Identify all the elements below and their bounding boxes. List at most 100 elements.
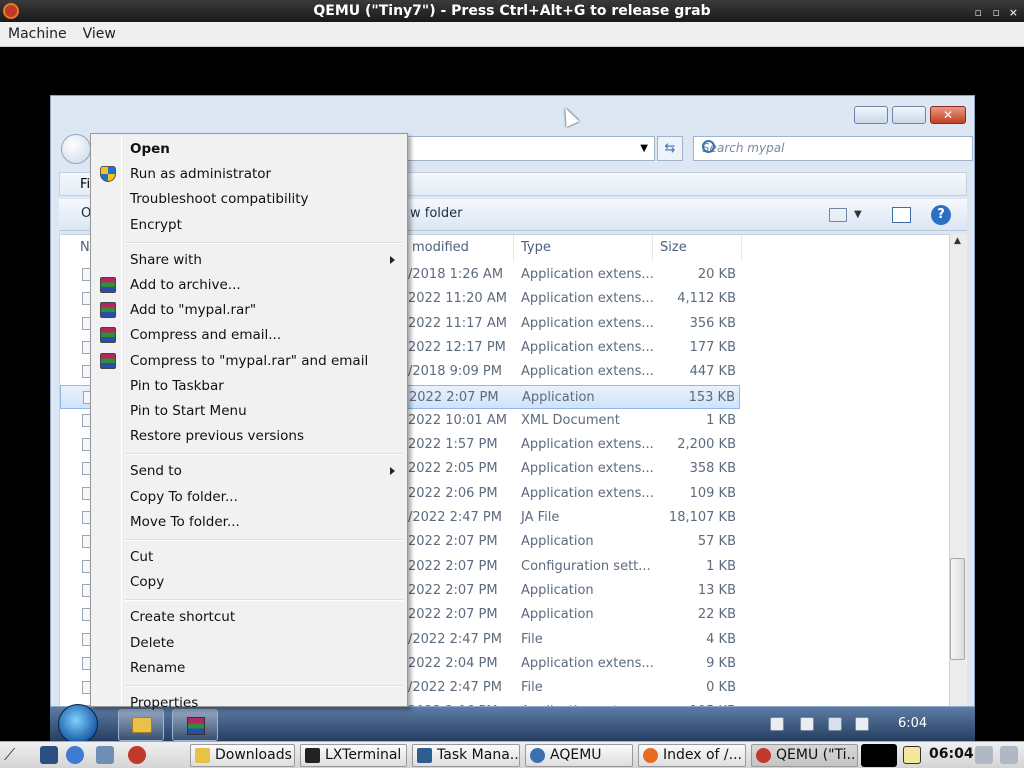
column-size[interactable]: Size: [654, 235, 742, 261]
menu-item-label: Open: [130, 141, 170, 157]
file-date-modified: 2022 2:07 PM: [409, 389, 499, 405]
winrar-icon: [187, 717, 205, 735]
menu-item-open[interactable]: Open: [93, 138, 405, 160]
help-icon[interactable]: ?: [931, 205, 951, 225]
menu-item-run-as-administrator[interactable]: Run as administrator: [93, 163, 405, 185]
menu-item-label: Move To folder...: [130, 513, 240, 530]
file-size: 1 KB: [706, 558, 736, 574]
menu-item-delete[interactable]: Delete: [93, 632, 405, 654]
action-center-icon[interactable]: [770, 717, 784, 731]
file-type: Application: [522, 389, 595, 405]
menu-item-label: Compress to "mypal.rar" and email: [130, 352, 369, 369]
menu-item-label: Restore previous versions: [130, 428, 305, 445]
menu-item-cut[interactable]: Cut: [93, 546, 405, 568]
file-size: 109 KB: [689, 485, 736, 501]
close-button[interactable]: ✕: [930, 106, 966, 124]
file-type: Application extens...: [521, 339, 654, 355]
menu-item-add-to-mypal-rar[interactable]: Add to "mypal.rar": [93, 299, 405, 321]
qemu-launcher-icon[interactable]: [128, 746, 146, 764]
menu-item-create-shortcut[interactable]: Create shortcut: [93, 606, 405, 628]
menu-view[interactable]: View: [75, 22, 124, 42]
qemu-app-icon: [3, 3, 19, 19]
host-clock[interactable]: 06:04: [929, 746, 974, 762]
window-list-icon[interactable]: [96, 746, 114, 764]
minimize-icon[interactable]: ▫: [975, 2, 982, 24]
views-icon[interactable]: [829, 208, 847, 222]
winrar-icon: [100, 327, 116, 344]
menu-item-rename[interactable]: Rename: [93, 657, 405, 679]
preview-pane-icon[interactable]: [892, 207, 911, 223]
screen-lock-icon[interactable]: [975, 746, 993, 764]
menu-item-troubleshoot-compatibility[interactable]: Troubleshoot compatibility: [93, 188, 405, 210]
menu-separator: [125, 539, 403, 541]
task-qemu[interactable]: QEMU ("Ti...: [751, 744, 858, 767]
task-task-manager[interactable]: Task Mana...: [412, 744, 520, 767]
menu-item-copy[interactable]: Copy: [93, 571, 405, 593]
minimize-button[interactable]: [854, 106, 888, 124]
file-size: 57 KB: [697, 534, 736, 550]
file-date-modified: 2022 2:07 PM: [408, 582, 498, 598]
task-browser[interactable]: Index of /...: [638, 744, 746, 767]
task-lxterminal[interactable]: LXTerminal: [300, 744, 407, 767]
menu-machine[interactable]: Machine: [0, 22, 75, 42]
menu-item-encrypt[interactable]: Encrypt: [93, 214, 405, 236]
menu-item-send-to[interactable]: Send to: [93, 460, 405, 482]
win7-clock[interactable]: 6:04: [898, 716, 927, 731]
scroll-up-icon[interactable]: ▲: [954, 236, 961, 246]
file-type: JA File: [521, 510, 560, 525]
menu-file[interactable]: Fi: [80, 177, 90, 192]
usb-icon[interactable]: [800, 717, 814, 731]
views-dropdown-icon[interactable]: ▼: [854, 209, 862, 220]
network-icon[interactable]: [828, 717, 842, 731]
new-folder-button[interactable]: w folder: [410, 206, 463, 221]
menu-item-compress-and-email[interactable]: Compress and email...: [93, 324, 405, 346]
menu-item-pin-to-taskbar[interactable]: Pin to Taskbar: [93, 375, 405, 397]
menu-separator: [125, 453, 403, 456]
menu-item-compress-to-mypal-rar-and-email[interactable]: Compress to "mypal.rar" and email: [93, 350, 405, 372]
start-button[interactable]: [58, 704, 98, 744]
browser-launcher-icon[interactable]: [66, 746, 84, 764]
menu-item-properties[interactable]: Properties: [93, 692, 405, 714]
back-button[interactable]: [61, 134, 91, 164]
column-type[interactable]: Type: [515, 235, 653, 261]
menu-item-label: Copy To folder...: [130, 488, 238, 505]
desktop-icon[interactable]: [40, 746, 58, 764]
lxde-menu-icon[interactable]: ⟋: [4, 745, 22, 764]
pidgin-tray-icon[interactable]: [903, 746, 921, 764]
task-aqemu[interactable]: AQEMU: [525, 744, 633, 767]
menu-item-label: Send to: [130, 463, 182, 480]
close-icon[interactable]: ×: [1009, 2, 1018, 24]
search-input[interactable]: Search mypal: [693, 136, 973, 161]
file-size: 358 KB: [689, 461, 736, 477]
menu-item-copy-to-folder[interactable]: Copy To folder...: [93, 486, 405, 508]
file-date-modified: /2022 2:47 PM: [408, 510, 502, 525]
scrollbar-thumb[interactable]: [950, 558, 965, 660]
volume-muted-icon[interactable]: [855, 717, 869, 731]
menu-item-label: Properties: [130, 695, 199, 711]
restore-icon[interactable]: ▫: [993, 2, 1000, 24]
menu-item-share-with[interactable]: Share with: [93, 249, 405, 271]
menu-item-move-to-folder[interactable]: Move To folder...: [93, 511, 405, 533]
file-date-modified: 2022 2:07 PM: [408, 558, 498, 574]
file-size: 153 KB: [688, 389, 735, 405]
menu-item-pin-to-start-menu[interactable]: Pin to Start Menu: [93, 400, 405, 422]
context-menu: Open Run as administrator Troubleshoot com…: [90, 133, 408, 711]
file-size: 356 KB: [689, 315, 736, 331]
menu-item-restore-previous-versions[interactable]: Restore previous versions: [93, 425, 405, 447]
address-dropdown-icon[interactable]: ▼: [640, 143, 648, 154]
maximize-button[interactable]: [892, 106, 926, 124]
file-type: Application extens...: [521, 485, 654, 501]
host-taskbar: ⟋ Downloads LXTerminal Task Mana... AQEM…: [0, 741, 1024, 768]
file-size: 22 KB: [697, 607, 736, 623]
search-icon[interactable]: [702, 140, 715, 153]
menu-item-label: Run as administrator: [130, 166, 272, 183]
task-downloads[interactable]: Downloads: [190, 744, 295, 767]
file-type: Application: [521, 607, 594, 623]
file-size: 0 KB: [706, 680, 736, 696]
logout-icon[interactable]: [1000, 746, 1018, 764]
file-type: Application extens...: [521, 291, 654, 307]
qemu-icon: [756, 748, 771, 763]
column-date-modified[interactable]: modified: [406, 235, 514, 261]
menu-item-add-to-archive[interactable]: Add to archive...: [93, 274, 405, 296]
refresh-button[interactable]: ⇆: [657, 136, 683, 161]
